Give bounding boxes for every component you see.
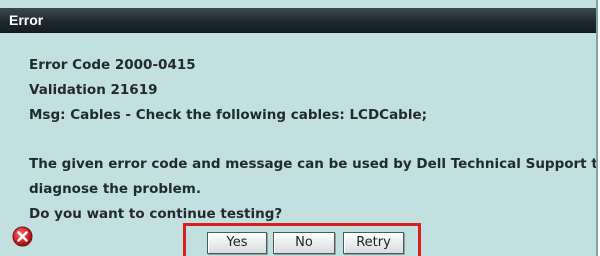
retry-button[interactable]: Retry [343, 232, 404, 254]
explanation-line-1: The given error code and message can be … [29, 156, 598, 172]
window-title: Error [9, 12, 44, 28]
error-code-text: Error Code 2000-0415 [29, 57, 196, 73]
continue-question: Do you want to continue testing? [29, 206, 283, 222]
title-bar[interactable]: Error [0, 8, 596, 33]
yes-button[interactable]: Yes [207, 232, 267, 254]
explanation-line-2: diagnose the problem. [29, 181, 201, 197]
error-icon [12, 226, 33, 247]
error-dialog: Error Error Code 2000-0415 Validation 21… [0, 0, 598, 256]
message-text: Msg: Cables - Check the following cables… [29, 107, 428, 123]
validation-text: Validation 21619 [29, 82, 158, 98]
no-button[interactable]: No [273, 232, 335, 254]
